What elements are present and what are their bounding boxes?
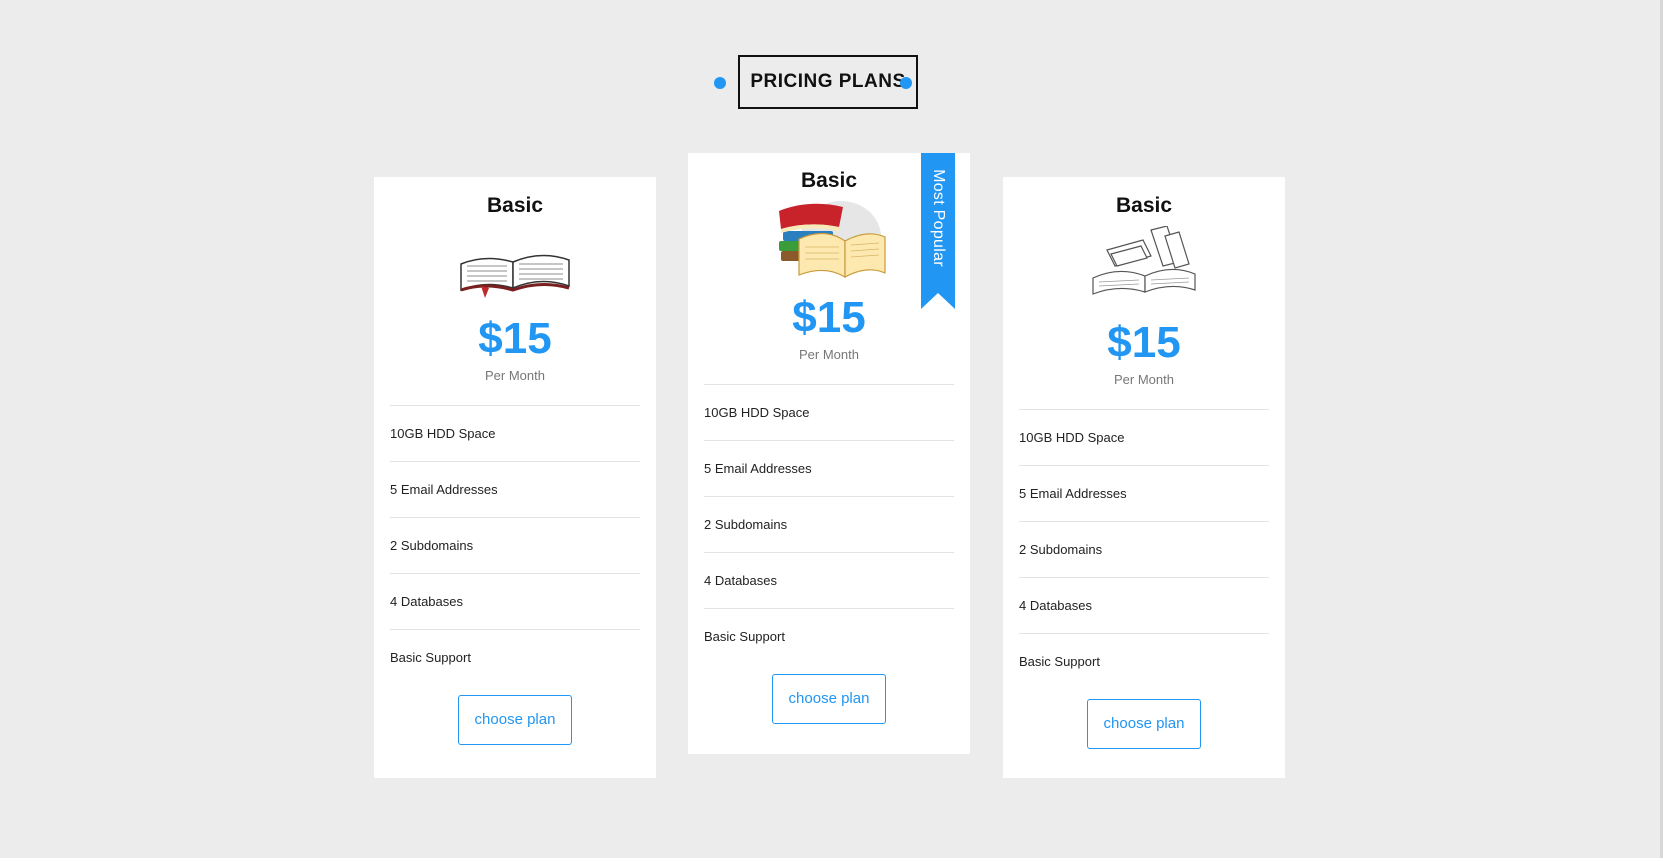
feature-item: 10GB HDD Space (704, 384, 954, 440)
feature-item: Basic Support (704, 608, 954, 664)
open-book-icon (455, 228, 575, 298)
feature-list: 10GB HDD Space 5 Email Addresses 2 Subdo… (390, 405, 640, 685)
heading-dot-left-icon (714, 77, 726, 89)
books-sketch-icon (1089, 225, 1199, 298)
feature-item: 4 Databases (390, 573, 640, 629)
pricing-card-3: Basic $15 Per Month 10GB HDD Space 5 Ema… (1003, 177, 1285, 778)
plan-period: Per Month (485, 368, 545, 383)
feature-item: 10GB HDD Space (1019, 409, 1269, 465)
feature-item: Basic Support (1019, 633, 1269, 689)
ribbon-label: Most Popular (930, 169, 947, 267)
plan-period: Per Month (799, 347, 859, 362)
most-popular-ribbon: Most Popular (921, 153, 955, 309)
feature-list: 10GB HDD Space 5 Email Addresses 2 Subdo… (1019, 409, 1269, 689)
button-row: choose plan (1003, 689, 1285, 749)
plan-price: $15 (1107, 318, 1181, 367)
plan-price: $15 (478, 314, 552, 363)
pricing-card-2: Most Popular Basic $15 Per Month 10GB HD… (688, 153, 970, 754)
choose-plan-button[interactable]: choose plan (458, 695, 572, 745)
feature-item: Basic Support (390, 629, 640, 685)
feature-item: 2 Subdomains (704, 496, 954, 552)
heading-dot-right-icon (900, 77, 912, 89)
feature-item: 5 Email Addresses (704, 440, 954, 496)
plan-period: Per Month (1114, 372, 1174, 387)
feature-item: 2 Subdomains (1019, 521, 1269, 577)
feature-item: 4 Databases (704, 552, 954, 608)
feature-item: 5 Email Addresses (390, 461, 640, 517)
feature-item: 5 Email Addresses (1019, 465, 1269, 521)
plan-title: Basic (1115, 194, 1173, 217)
feature-item: 4 Databases (1019, 577, 1269, 633)
feature-item: 10GB HDD Space (390, 405, 640, 461)
button-row: choose plan (374, 685, 656, 745)
choose-plan-button[interactable]: choose plan (1087, 699, 1201, 749)
stack-of-books-icon (769, 197, 889, 279)
button-row: choose plan (688, 664, 970, 724)
plan-title: Basic (486, 194, 544, 217)
feature-list: 10GB HDD Space 5 Email Addresses 2 Subdo… (704, 384, 954, 664)
section-heading: PRICING PLANS (714, 55, 918, 111)
pricing-card-1: Basic $15 Per Month 10GB HDD Space 5 Ema… (374, 177, 656, 778)
feature-item: 2 Subdomains (390, 517, 640, 573)
choose-plan-button[interactable]: choose plan (772, 674, 886, 724)
section-title: PRICING PLANS (738, 55, 918, 109)
